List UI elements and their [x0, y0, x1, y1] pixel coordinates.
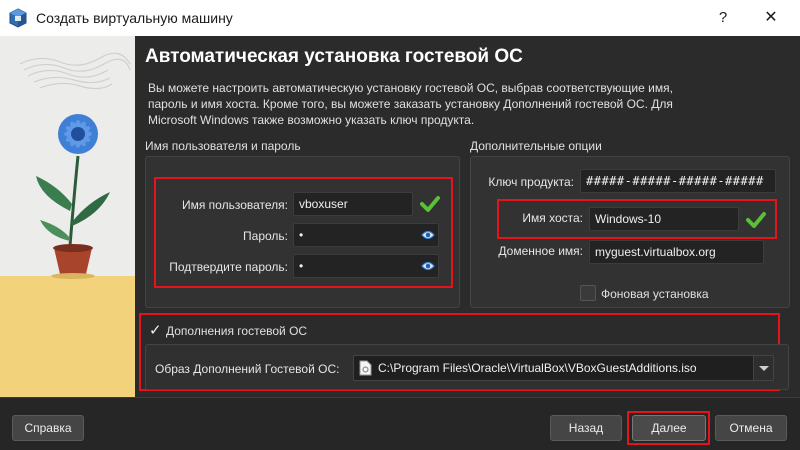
domain-label: Доменное имя: [498, 244, 583, 258]
highlight-box [154, 177, 453, 288]
page-description: Вы можете настроить автоматическую устан… [148, 80, 788, 128]
domain-value: myguest.virtualbox.org [595, 245, 716, 259]
page-title: Автоматическая установка гостевой ОС [145, 46, 523, 67]
footer-bar: Справка Назад Далее Отмена [0, 397, 800, 450]
chevron-down-icon[interactable] [753, 356, 773, 380]
back-button[interactable]: Назад [550, 415, 622, 441]
title-bar: Создать виртуальную машину ? ✕ [0, 0, 800, 36]
file-icon [359, 360, 372, 376]
guest-additions-checkbox-label[interactable]: Дополнения гостевой ОС [166, 324, 307, 338]
iso-label: Образ Дополнений Гостевой ОС: [155, 362, 340, 376]
virtualbox-icon [9, 8, 27, 28]
close-button[interactable]: ✕ [748, 0, 794, 36]
product-key-field[interactable]: #####-#####-#####-##### [580, 169, 776, 193]
extra-options-label: Дополнительные опции [470, 139, 602, 153]
cancel-button[interactable]: Отмена [715, 415, 787, 441]
window-title: Создать виртуальную машину [36, 10, 233, 26]
help-button[interactable]: Справка [12, 415, 84, 441]
description-line: пароль и имя хоста. Кроме того, вы может… [148, 97, 673, 111]
background-install-checkbox[interactable] [580, 285, 596, 301]
domain-field[interactable]: myguest.virtualbox.org [589, 240, 764, 264]
description-line: Вы можете настроить автоматическую устан… [148, 81, 673, 95]
background-install-label[interactable]: Фоновая установка [601, 287, 709, 301]
highlight-box [497, 199, 777, 239]
product-key-value: #####-#####-#####-##### [586, 174, 764, 188]
help-title-button[interactable]: ? [700, 0, 746, 36]
description-line: Microsoft Windows также возможно указать… [148, 113, 475, 127]
user-group-label: Имя пользователя и пароль [145, 139, 301, 153]
iso-path-value: C:\Program Files\Oracle\VirtualBox\VBoxG… [378, 361, 697, 375]
wizard-illustration [0, 36, 135, 397]
iso-path-combobox[interactable]: C:\Program Files\Oracle\VirtualBox\VBoxG… [353, 355, 774, 381]
guest-additions-check-icon[interactable]: ✓ [149, 321, 162, 339]
highlight-box [627, 411, 710, 445]
product-key-label: Ключ продукта: [488, 175, 574, 189]
